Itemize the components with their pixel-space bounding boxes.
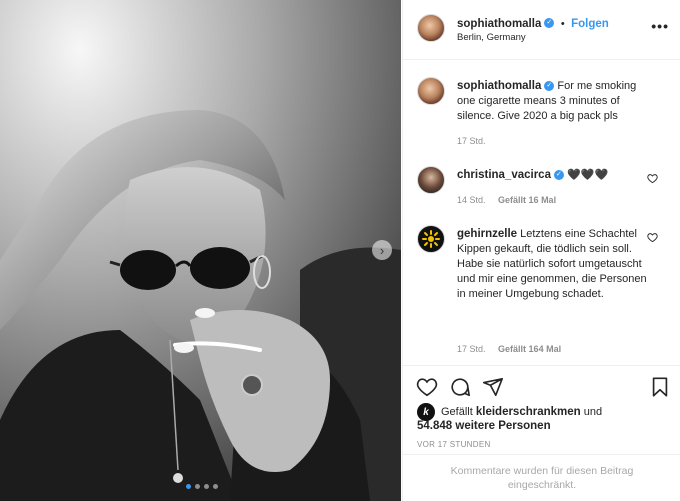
- comment-username[interactable]: christina_vacirca: [457, 169, 551, 181]
- like-comment-button[interactable]: [646, 173, 658, 185]
- likes-others[interactable]: 54.848 weitere Personen: [417, 420, 551, 432]
- post-timestamp[interactable]: VOR 17 STUNDEN: [417, 440, 491, 449]
- carousel-dot: [204, 484, 209, 489]
- author-avatar[interactable]: [417, 14, 445, 42]
- carousel-dot: [195, 484, 200, 489]
- more-options-icon[interactable]: •••: [651, 18, 669, 34]
- share-button[interactable]: [482, 376, 504, 398]
- comment-likes[interactable]: Gefällt 164 Mal: [498, 344, 561, 354]
- likes-connector: und: [583, 406, 603, 418]
- likes-prefix: Gefällt: [441, 406, 473, 418]
- likes-summary: Gefällt kleiderschrankmen und: [441, 405, 671, 420]
- like-comment-button[interactable]: [646, 232, 658, 244]
- post-header: sophiathomalla ✓ • Folgen Berlin, Germany…: [403, 0, 680, 60]
- bookmark-icon: [652, 377, 668, 397]
- portrait-image: [0, 0, 401, 501]
- follow-button[interactable]: Folgen: [571, 18, 609, 30]
- comment-time[interactable]: 14 Std.: [457, 195, 486, 205]
- commenter-avatar[interactable]: [417, 225, 445, 253]
- verified-badge-icon: ✓: [544, 17, 555, 28]
- k-logo-icon: k: [423, 406, 429, 418]
- comment-button[interactable]: [449, 376, 471, 398]
- caption-avatar[interactable]: [417, 77, 445, 105]
- comment-username[interactable]: gehirnzelle: [457, 228, 517, 240]
- caption-time[interactable]: 17 Std.: [457, 136, 486, 146]
- like-button[interactable]: [416, 376, 438, 398]
- liker-username[interactable]: kleiderschrankmen: [476, 406, 581, 418]
- heart-outline-icon: [646, 233, 658, 243]
- post-location[interactable]: Berlin, Germany: [457, 32, 526, 43]
- carousel-dot: [186, 484, 191, 489]
- author-username[interactable]: sophiathomalla: [457, 18, 541, 30]
- commenter-avatar[interactable]: [417, 166, 445, 194]
- paper-plane-icon: [483, 377, 503, 397]
- save-button[interactable]: [649, 376, 671, 398]
- liker-avatar[interactable]: k: [417, 403, 435, 421]
- caption: sophiathomalla ✓ For me smoking one cigar…: [457, 79, 657, 124]
- post-side-panel: sophiathomalla ✓ • Folgen Berlin, Germany…: [402, 0, 680, 501]
- heart-outline-icon: [646, 174, 658, 184]
- comment-text: 🖤🖤🖤: [567, 169, 609, 181]
- comment: christina_vacirca ✓ 🖤🖤🖤: [457, 168, 647, 183]
- carousel-next-button[interactable]: ›: [372, 240, 392, 260]
- heart-outline-icon: [416, 378, 438, 397]
- caption-username[interactable]: sophiathomalla: [457, 80, 541, 92]
- verified-badge-icon: ✓: [544, 81, 555, 92]
- comment-meta: 14 Std. Gefällt 16 Mal: [457, 195, 556, 205]
- separator-dot: •: [560, 18, 565, 30]
- comment-bubble-icon: [451, 378, 470, 397]
- carousel-indicator: [186, 484, 218, 489]
- carousel-dot: [213, 484, 218, 489]
- chevron-right-icon: ›: [379, 242, 385, 258]
- verified-badge-icon: ✓: [553, 170, 564, 181]
- comment: gehirnzelle Letztens eine Schachtel Kipp…: [457, 227, 649, 302]
- comment-meta: 17 Std. Gefällt 164 Mal: [457, 344, 561, 354]
- post-photo[interactable]: ›: [0, 0, 401, 501]
- comment-time[interactable]: 17 Std.: [457, 344, 486, 354]
- comments-disabled-text: Kommentare wurden für diesen Beitrag ein…: [450, 465, 634, 491]
- brain-logo-icon: [422, 230, 440, 248]
- comment-likes[interactable]: Gefällt 16 Mal: [498, 195, 556, 205]
- comments-disabled-notice: Kommentare wurden für diesen Beitrag ein…: [403, 454, 680, 501]
